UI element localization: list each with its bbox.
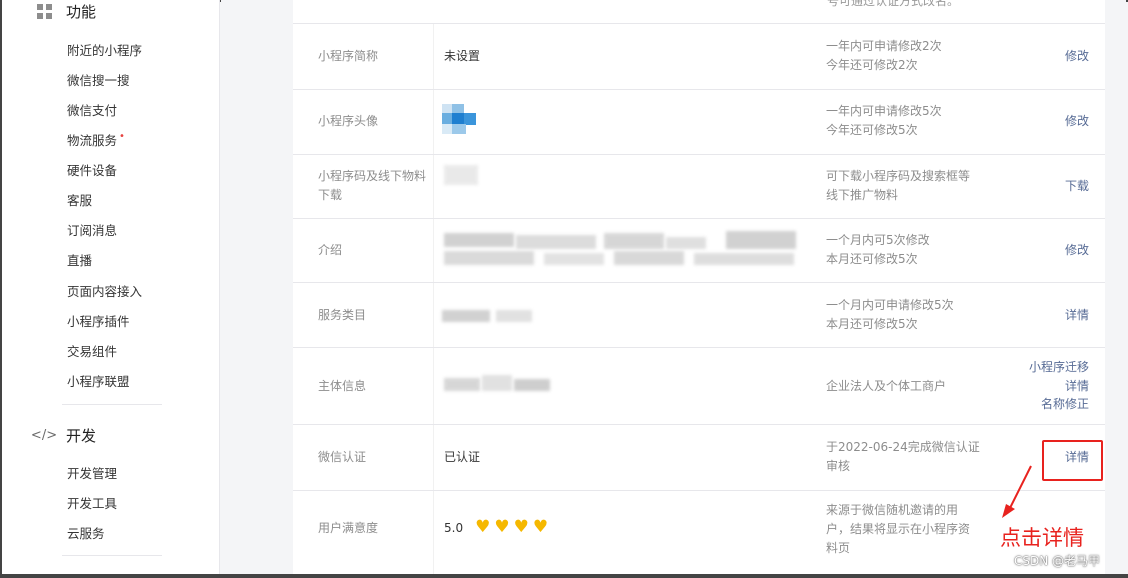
row-label: 主体信息 xyxy=(318,379,367,393)
row-tip: 一年内可申请修改2次 今年还可修改2次 xyxy=(826,39,942,72)
info-row-partial xyxy=(293,0,1105,24)
blurred-qrcode-image xyxy=(444,165,478,185)
sidebar-item-logistics[interactable]: 物流服务 • xyxy=(67,131,125,150)
blurred-introduction-text xyxy=(433,219,818,282)
sidebar-item-trade-component[interactable]: 交易组件 xyxy=(67,343,117,361)
blurred-category-text xyxy=(433,283,818,347)
entity-actions: 小程序迁移 详情 名称修正 xyxy=(1029,358,1089,414)
info-row-qrcode: 小程序码及线下物料 下载 可下载小程序码及搜索框等 线下推广物料 下载 xyxy=(293,155,1105,219)
modify-short-name-link[interactable]: 修改 xyxy=(1065,47,1089,66)
name-correction-link[interactable]: 名称修正 xyxy=(1029,395,1089,414)
info-row-introduction: 介绍 一个月内可5次修改 本月还可修改5次 修改 xyxy=(293,219,1105,283)
section-features-title: 功能 xyxy=(66,2,97,21)
heart-icon: ♥ xyxy=(475,517,491,537)
heart-icon: ♥ xyxy=(532,517,549,537)
sidebar-item-nearby-miniprogram[interactable]: 附近的小程序 xyxy=(67,42,142,60)
section-dev-head: </> 开发 xyxy=(30,422,97,448)
sidebar-item-subscribe-message[interactable]: 订阅消息 xyxy=(67,222,117,240)
modify-avatar-link[interactable]: 修改 xyxy=(1065,112,1089,131)
download-materials-link[interactable]: 下载 xyxy=(1065,177,1089,196)
row-tip: 来源于微信随机邀请的用 户，结果将显示在小程序资 料页 xyxy=(826,503,971,555)
sidebar-item-label: 物流服务 xyxy=(67,133,118,148)
satisfaction-score: 5.0 xyxy=(444,520,464,535)
window-frame-bottom xyxy=(0,574,1128,578)
row-tip: 一个月内可申请修改5次 本月还可修改5次 xyxy=(826,298,954,331)
info-row-satisfaction: 用户满意度 5.0 ♥ ♥ ♥ ♥ 来源于微信随机邀请的用 户，结果将显示在小程… xyxy=(293,491,1105,574)
sidebar-item-dev-manage[interactable]: 开发管理 xyxy=(67,465,117,483)
section-features-head: 功能 xyxy=(34,0,96,24)
row-tip: 一年内可申请修改5次 今年还可修改5次 xyxy=(826,104,942,137)
info-row-service-category: 服务类目 一个月内可申请修改5次 本月还可修改5次 详情 xyxy=(293,283,1105,348)
service-category-detail-link[interactable]: 详情 xyxy=(1065,306,1089,325)
code-icon: </> xyxy=(30,427,58,443)
sidebar-item-cloud[interactable]: 云服务 xyxy=(67,525,105,543)
sidebar-item-plugins[interactable]: 小程序插件 xyxy=(67,313,130,331)
row-label: 微信认证 xyxy=(318,450,367,464)
sidebar-item-customer-service[interactable]: 客服 xyxy=(67,192,92,210)
sidebar-item-hardware[interactable]: 硬件设备 xyxy=(67,162,117,180)
info-row-avatar: 小程序头像 一年内可申请修改5次 今年还可修改5次 修改 xyxy=(293,90,1105,155)
row-tip: 一个月内可5次修改 本月还可修改5次 xyxy=(826,233,930,266)
row-label: 小程序码及线下物料 下载 xyxy=(318,169,427,202)
sidebar-divider xyxy=(62,555,162,556)
row-label: 介绍 xyxy=(318,243,343,257)
row-label: 小程序头像 xyxy=(318,114,379,128)
row-value: 未设置 xyxy=(444,49,481,63)
sidebar-item-wechat-pay[interactable]: 微信支付 xyxy=(67,102,117,120)
row-label: 用户满意度 xyxy=(318,521,379,535)
sidebar-item-wechat-search[interactable]: 微信搜一搜 xyxy=(67,72,130,90)
row-tip: 可下载小程序码及搜索框等 线下推广物料 xyxy=(826,169,971,202)
entity-detail-link[interactable]: 详情 xyxy=(1029,377,1089,396)
row-tip: 于2022-06-24完成微信认证 审核 xyxy=(826,440,980,473)
annotation-arrow-icon xyxy=(1002,465,1032,518)
info-row-certification: 微信认证 已认证 于2022-06-24完成微信认证 审核 详情 xyxy=(293,425,1105,491)
main-content: 号可通过认证方式改名。 小程序简称 未设置 一年内可申请修改2次 今年还可修改2… xyxy=(221,0,1126,574)
heart-icon: ♥ xyxy=(513,517,529,537)
miniprogram-avatar-image xyxy=(442,104,476,138)
watermark: CSDN @老马甲 xyxy=(1014,554,1101,568)
grid-icon xyxy=(34,1,54,21)
miniprogram-migrate-link[interactable]: 小程序迁移 xyxy=(1029,358,1089,377)
sidebar-divider xyxy=(62,404,162,405)
annotation-highlight-box xyxy=(1042,440,1103,481)
section-dev-title: 开发 xyxy=(66,426,97,445)
sidebar-item-dev-tools[interactable]: 开发工具 xyxy=(67,495,117,513)
heart-icon: ♥ xyxy=(494,517,510,537)
certification-status: 已认证 xyxy=(444,450,481,464)
satisfaction-rating: 5.0 ♥ ♥ ♥ ♥ xyxy=(444,519,548,536)
sidebar-item-alliance[interactable]: 小程序联盟 xyxy=(67,373,130,391)
info-row-short-name: 小程序简称 未设置 一年内可申请修改2次 今年还可修改2次 修改 xyxy=(293,24,1105,90)
annotation-label: 点击详情 xyxy=(1000,526,1084,550)
row-label: 小程序简称 xyxy=(318,49,379,63)
sidebar: 功能 附近的小程序 微信搜一搜 微信支付 物流服务 • 硬件设备 客服 订阅消息 … xyxy=(2,0,220,574)
sidebar-item-live[interactable]: 直播 xyxy=(67,252,92,270)
sidebar-item-page-content[interactable]: 页面内容接入 xyxy=(67,283,142,301)
modify-introduction-link[interactable]: 修改 xyxy=(1065,241,1089,260)
blurred-entity-text xyxy=(433,348,818,424)
basic-info-panel: 号可通过认证方式改名。 小程序简称 未设置 一年内可申请修改2次 今年还可修改2… xyxy=(293,0,1105,574)
info-row-entity: 主体信息 企业法人及个体工商户 小程序迁移 详情 名称修正 xyxy=(293,348,1105,425)
new-badge-dot: • xyxy=(119,131,125,142)
row-label: 服务类目 xyxy=(318,308,367,322)
row-tip: 企业法人及个体工商户 xyxy=(826,379,947,393)
